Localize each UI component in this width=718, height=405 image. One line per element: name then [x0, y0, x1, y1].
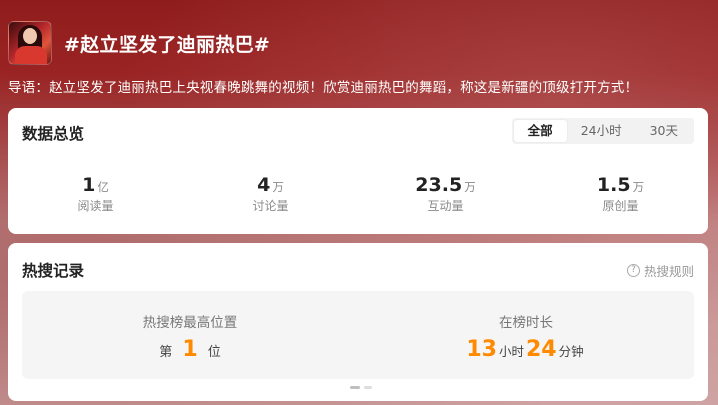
- hot-search-card: 热搜记录 ? 热搜规则 热搜榜最高位置 第 1 位 在榜时长 13 小时24 分钟: [8, 243, 708, 401]
- stat-interact-unit: 万: [464, 180, 476, 194]
- duration-minutes: 24: [526, 337, 557, 362]
- stat-discuss-label: 讨论量: [252, 199, 289, 213]
- hot-search-rules-link[interactable]: ? 热搜规则: [626, 261, 694, 280]
- peak-position: 热搜榜最高位置 第 1 位: [22, 291, 358, 379]
- stat-discuss: 4万 讨论量: [183, 174, 358, 214]
- duration-hours-unit: 小时: [498, 344, 524, 359]
- stat-interact-label: 互动量: [427, 199, 464, 213]
- duration-minutes-unit: 分钟: [558, 344, 584, 359]
- stat-read-value: 1: [82, 174, 96, 196]
- stat-original: 1.5 万 原创量: [533, 174, 708, 214]
- topic-lead-text: 导语：赵立坚发了迪丽热巴上央视春晚跳舞的视频！欣赏迪丽热巴的舞蹈，称这是新疆的顶…: [8, 80, 639, 96]
- overview-stats: 1亿 阅读量 4万 讨论量 23.5 万 互动量 1.5 万 原创量: [8, 174, 708, 214]
- stat-read-unit: 亿: [97, 180, 109, 194]
- hot-search-title: 热搜记录: [22, 262, 85, 280]
- stat-discuss-unit: 万: [272, 180, 284, 194]
- on-list-duration: 在榜时长 13 小时24 分钟: [358, 291, 694, 379]
- duration-hours: 13: [466, 337, 497, 362]
- peak-position-suffix: 位: [207, 345, 221, 360]
- overview-title: 数据总览: [22, 125, 85, 143]
- peak-position-prefix: 第: [159, 345, 173, 360]
- stat-discuss-value: 4: [257, 174, 271, 196]
- stat-original-value: 1.5: [596, 174, 631, 196]
- question-circle-icon: ?: [626, 264, 640, 277]
- hot-search-rules-label: 热搜规则: [643, 264, 694, 279]
- carousel-indicator[interactable]: [350, 386, 372, 389]
- duration-caption: 在榜时长: [499, 315, 553, 331]
- topic-title: #赵立坚发了迪丽热巴#: [64, 33, 271, 56]
- stat-read: 1亿 阅读量: [8, 174, 183, 214]
- data-overview-card: 数据总览 全部 24小时 30天 1亿 阅读量 4万 讨论量 23.5 万 互动量…: [8, 108, 708, 234]
- tab-all[interactable]: 全部: [513, 120, 567, 142]
- topic-avatar-image[interactable]: [8, 21, 52, 65]
- stat-original-label: 原创量: [602, 199, 639, 213]
- stat-read-label: 阅读量: [77, 199, 114, 213]
- peak-position-caption: 热搜榜最高位置: [142, 315, 238, 331]
- tab-30d[interactable]: 30天: [636, 120, 692, 142]
- stat-interact-value: 23.5: [415, 174, 463, 196]
- carousel-dot: [364, 386, 372, 389]
- stat-original-unit: 万: [632, 180, 645, 194]
- stat-interact: 23.5 万 互动量: [358, 174, 533, 214]
- hot-search-record-box: 热搜榜最高位置 第 1 位 在榜时长 13 小时24 分钟: [22, 291, 694, 379]
- peak-position-rank: 1: [182, 337, 198, 362]
- topic-header: #赵立坚发了迪丽热巴#: [8, 16, 270, 70]
- carousel-dot-active: [350, 386, 360, 389]
- time-range-tabs: 全部 24小时 30天: [511, 118, 694, 144]
- tab-24h[interactable]: 24小时: [567, 120, 636, 142]
